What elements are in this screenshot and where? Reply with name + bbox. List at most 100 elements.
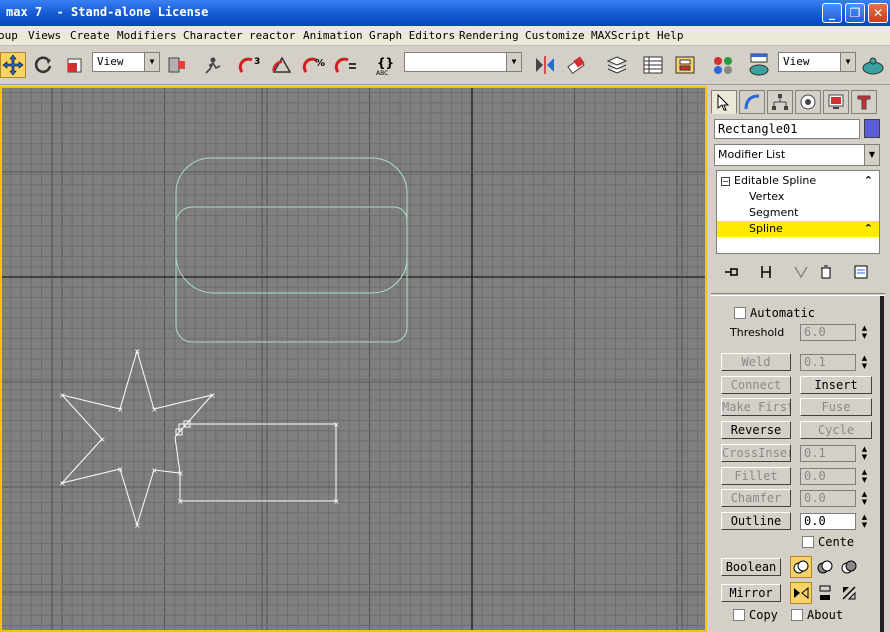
show-end-result-icon[interactable] [755,261,777,283]
make-unique-icon[interactable] [790,261,812,283]
quick-render-icon[interactable] [860,52,886,78]
motion-tab-icon[interactable] [795,90,821,114]
vertex-marker[interactable]: × [134,347,141,356]
percent-snap-icon[interactable]: % [302,52,328,78]
stack-item-editable-spline[interactable]: − Editable Spline ⌃ [717,173,879,189]
mirror-both-icon[interactable] [838,582,860,604]
named-selection-dropdown[interactable]: ▼ [404,52,522,72]
vertex-marker[interactable]: × [59,479,66,488]
vertex-marker[interactable]: × [59,391,66,400]
mirror-icon[interactable] [532,52,558,78]
menu-graph-editors[interactable]: Graph Editors [369,29,455,42]
perspective-viewport[interactable]: × × × × × × × × × × × × × × [0,86,707,632]
select-manipulate-icon[interactable] [200,52,226,78]
copy-checkbox[interactable] [733,609,745,621]
fillet-spinner[interactable]: 0.0 [800,468,856,485]
reverse-button[interactable]: Reverse [721,421,791,439]
vertex-marker[interactable]: × [151,405,158,414]
create-tab-icon[interactable] [711,90,737,114]
vertex-marker[interactable]: × [333,420,340,429]
fuse-button[interactable]: Fuse [800,398,872,416]
menu-views[interactable]: Views [28,29,61,42]
reference-coord-dropdown[interactable]: View ▼ [92,52,160,72]
select-move-icon[interactable] [0,52,26,78]
fillet-spinner-arrows[interactable]: ▲ ▼ [860,468,869,485]
menu-animation[interactable]: Animation [303,29,363,42]
modify-tab-icon[interactable] [739,90,765,114]
cycle-button[interactable]: Cycle [800,421,872,439]
vertex-marker[interactable]: × [177,497,184,506]
stack-item-vertex[interactable]: Vertex [717,189,879,205]
track-view-icon[interactable] [640,52,666,78]
mirror-button[interactable]: Mirror [721,584,781,602]
fillet-button[interactable]: Fillet [721,467,791,485]
vertex-marker[interactable]: × [117,405,124,414]
vertex-marker[interactable]: × [117,465,124,474]
automatic-checkbox[interactable] [734,307,746,319]
cross-insert-spinner-arrows[interactable]: ▲ ▼ [860,445,869,462]
stack-item-segment[interactable]: Segment [717,205,879,221]
weld-button[interactable]: Weld [721,353,791,371]
threshold-spinner[interactable]: 6.0 [800,324,856,341]
insert-button[interactable]: Insert [800,376,872,394]
vertex-marker[interactable]: × [177,469,184,478]
align-icon[interactable] [564,52,590,78]
angle-snap-icon[interactable] [270,52,296,78]
about-pivot-checkbox[interactable] [791,609,803,621]
vertex-marker[interactable]: × [99,435,106,444]
boolean-union-icon[interactable] [790,556,812,578]
menu-group[interactable]: oup [0,29,18,42]
utilities-tab-icon[interactable] [851,90,877,114]
light-bulb-icon[interactable]: ⌃ [864,173,873,189]
mirror-vertical-icon[interactable] [814,582,836,604]
chamfer-spinner-arrows[interactable]: ▲ ▼ [860,490,869,507]
render-scene-icon[interactable] [746,52,772,78]
snaps-toggle-icon[interactable]: 3 [238,52,264,78]
menu-reactor[interactable]: reactor [249,29,295,42]
material-editor-icon[interactable] [710,52,736,78]
vertex-marker[interactable]: × [134,521,141,530]
maximize-button[interactable]: ❐ [845,3,865,23]
cross-insert-button[interactable]: CrossInsert [721,444,791,462]
center-checkbox[interactable] [802,536,814,548]
vertex-marker[interactable]: × [151,466,158,475]
render-view-dropdown[interactable]: View ▼ [778,52,856,72]
display-tab-icon[interactable] [823,90,849,114]
vertex-marker[interactable]: × [333,497,340,506]
chamfer-spinner[interactable]: 0.0 [800,490,856,507]
hierarchy-tab-icon[interactable] [767,90,793,114]
modifier-list-dropdown[interactable]: Modifier List ▼ [714,144,880,166]
boolean-button[interactable]: Boolean [721,558,781,576]
panel-scrollbar[interactable] [880,296,884,632]
mirror-horizontal-icon[interactable] [790,582,812,604]
boolean-intersect-icon[interactable] [838,556,860,578]
threshold-spinner-arrows[interactable]: ▲ ▼ [860,324,869,341]
rectangle-spline-selected[interactable] [178,423,337,502]
menu-help[interactable]: Help [657,29,684,42]
menu-maxscript[interactable]: MAXScript [591,29,651,42]
stack-item-spline[interactable]: Spline ⌃ [717,221,879,237]
weld-spinner-arrows[interactable]: ▲ ▼ [860,354,869,371]
configure-modifier-sets-icon[interactable] [850,261,872,283]
layer-manager-icon[interactable] [604,52,630,78]
vertex-marker[interactable]: × [209,391,216,400]
make-first-button[interactable]: Make First [721,398,791,416]
boolean-subtract-icon[interactable] [814,556,836,578]
spinner-snap-icon[interactable] [334,52,360,78]
edit-named-selection-icon[interactable]: {} ABC [374,52,400,78]
connect-button[interactable]: Connect [721,376,791,394]
remove-modifier-icon[interactable] [815,261,837,283]
outline-spinner-arrows[interactable]: ▲ ▼ [860,513,869,530]
menu-modifiers[interactable]: Modifiers [117,29,177,42]
collapse-icon[interactable]: − [721,177,730,186]
pivot-center-icon[interactable] [164,52,190,78]
viewport-canvas[interactable]: × × × × × × × × × × × × × × [2,88,705,630]
weld-spinner[interactable]: 0.1 [800,354,856,371]
object-name-field[interactable]: Rectangle01 [714,119,860,139]
schematic-view-icon[interactable] [672,52,698,78]
minimize-button[interactable]: _ [822,3,842,23]
object-color-swatch[interactable] [864,119,880,138]
outline-button[interactable]: Outline [721,512,791,530]
cross-insert-spinner[interactable]: 0.1 [800,445,856,462]
pin-stack-icon[interactable] [721,261,743,283]
